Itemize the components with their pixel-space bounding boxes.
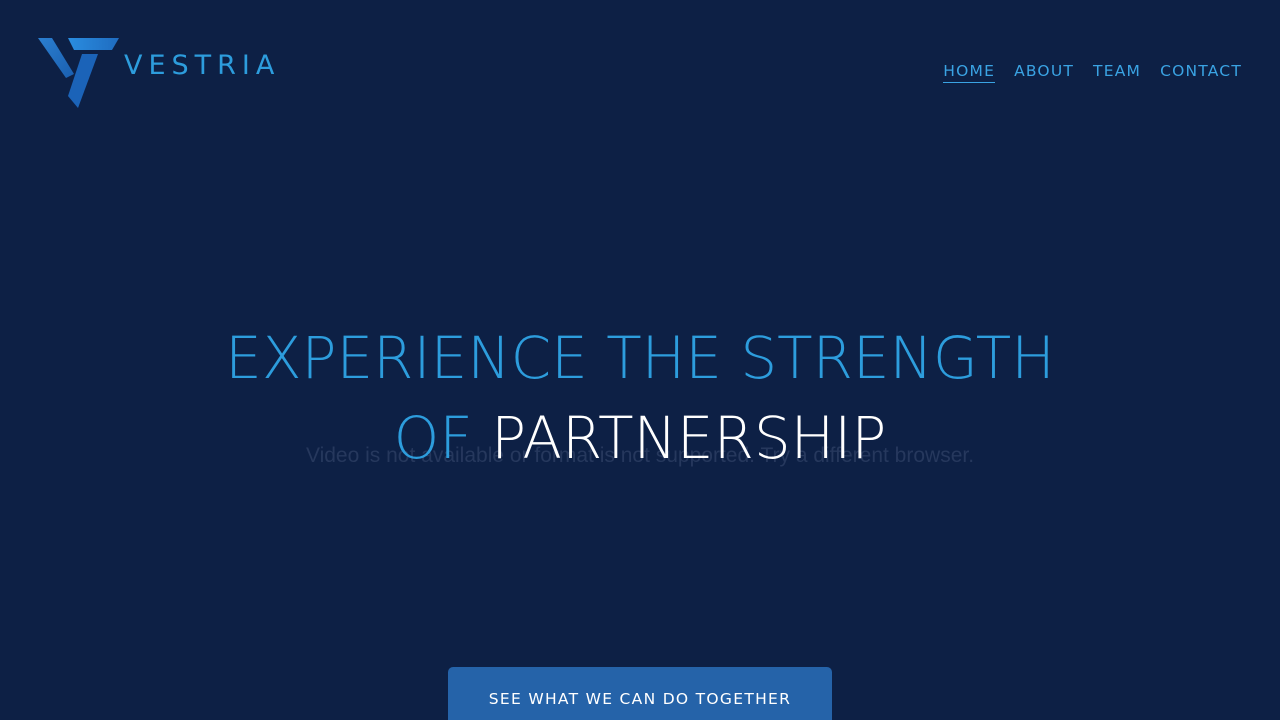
nav-item-contact[interactable]: CONTACT [1160,62,1242,83]
main-nav: HOME ABOUT TEAM CONTACT [943,62,1242,83]
vestria-logo-link[interactable]: VESTRIA [38,38,274,108]
hero-heading: EXPERIENCE THE STRENGTH OF PARTNERSHIP [0,318,1280,478]
page: VESTRIA HOME ABOUT TEAM CONTACT Video is… [0,0,1280,720]
hero-line-1: EXPERIENCE THE STRENGTH [225,324,1055,392]
nav-item-home[interactable]: HOME [943,62,996,83]
nav-item-team[interactable]: TEAM [1093,62,1141,83]
vestria-logo-icon [38,38,119,108]
brand-name: VESTRIA [124,50,281,81]
hero-line-2: OF PARTNERSHIP [0,398,1280,478]
hero-white-word: PARTNERSHIP [491,404,887,472]
nav-item-about[interactable]: ABOUT [1014,62,1074,83]
hero-accent-word: OF [393,404,473,472]
cta-button[interactable]: SEE WHAT WE CAN DO TOGETHER [448,667,832,720]
